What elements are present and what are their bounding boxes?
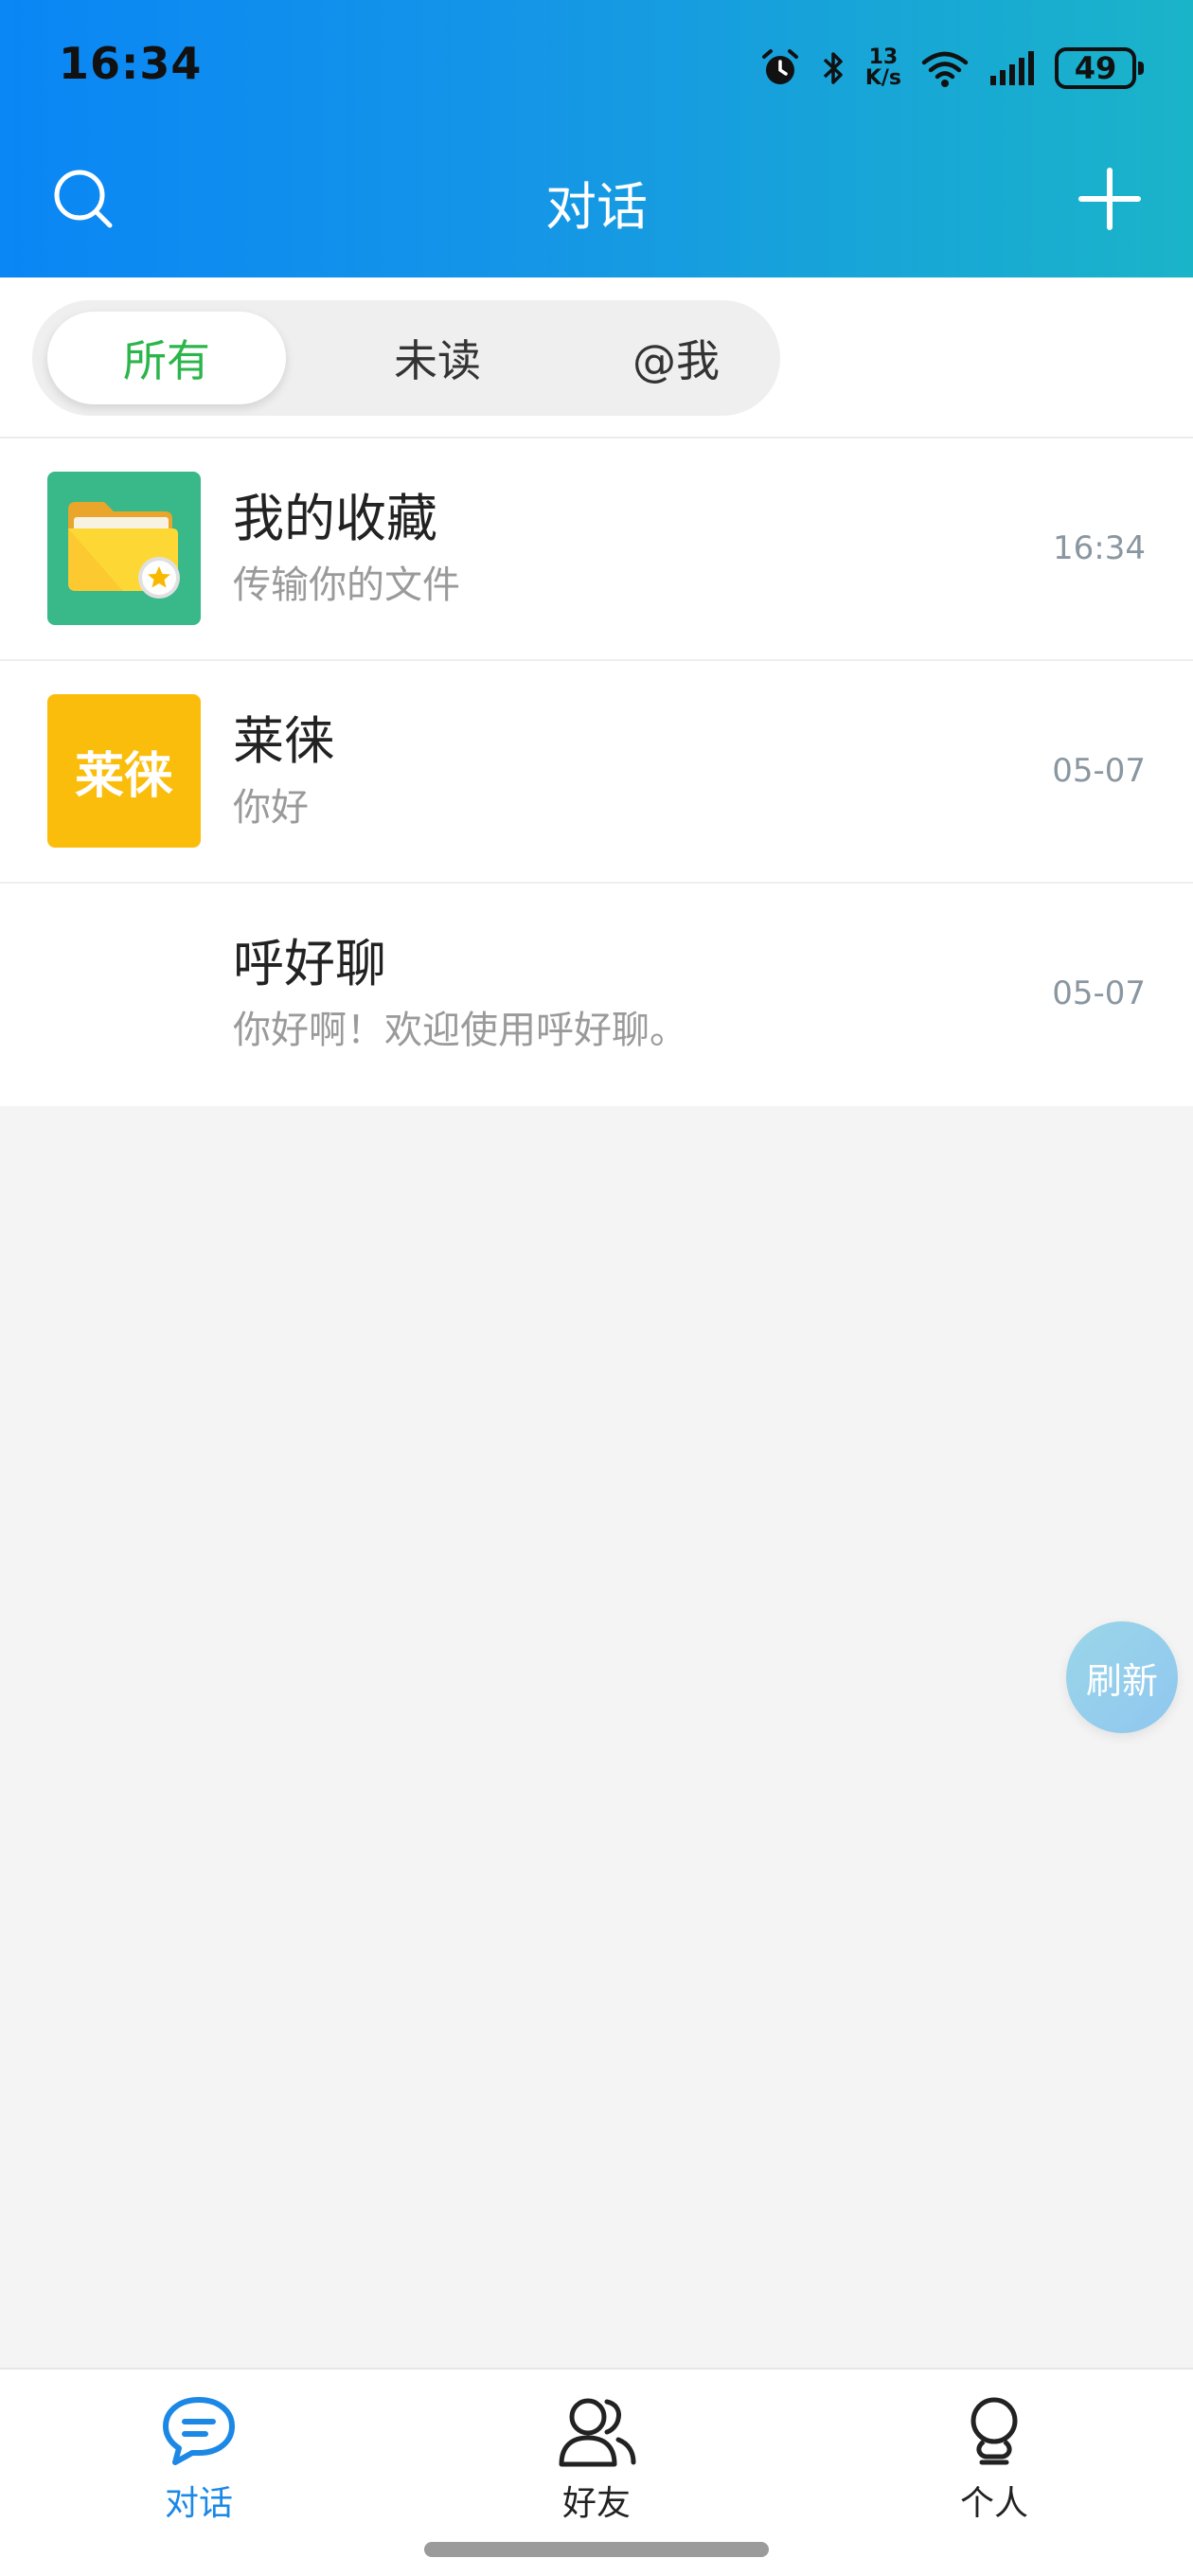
- alarm-icon: [761, 49, 798, 84]
- filter-tabs: 所有 未读 @我: [32, 300, 780, 416]
- plus-icon[interactable]: [1074, 163, 1146, 235]
- conversation-time: 05-07: [1052, 975, 1146, 1012]
- filter-area: 所有 未读 @我: [0, 277, 1193, 438]
- net-speed-unit: K/s: [864, 66, 901, 90]
- page-title: 对话: [545, 177, 648, 237]
- avatar: 莱徕: [47, 694, 201, 848]
- status-bar: 16:34 13 K/s 49: [0, 0, 1193, 133]
- conversation-name: 呼好聊: [233, 934, 386, 993]
- net-speed-value: 13: [868, 45, 899, 69]
- refresh-button[interactable]: 刷新: [1066, 1621, 1178, 1733]
- conversation-name: 我的收藏: [233, 489, 437, 548]
- conversation-item-huhaoliao[interactable]: 呼好聊 你好啊！欢迎使用呼好聊。 05-07: [0, 884, 1193, 1106]
- filter-tab-unread[interactable]: 未读: [318, 312, 557, 404]
- status-icons: 13 K/s 49: [759, 42, 1144, 95]
- home-indicator: [424, 2542, 769, 2557]
- tab-label: 个人: [959, 2484, 1028, 2523]
- conversation-preview: 传输你的文件: [233, 564, 460, 607]
- person-icon: [970, 2397, 1018, 2465]
- header: 16:34 13 K/s 49 对话: [0, 0, 1193, 277]
- conversation-time: 05-07: [1052, 752, 1146, 790]
- avatar: [47, 472, 201, 625]
- conversation-preview: 你好啊！欢迎使用呼好聊。: [233, 1009, 687, 1052]
- nav-bar: 对话: [0, 142, 1193, 256]
- conversation-preview: 你好: [233, 786, 309, 830]
- tab-label: 对话: [164, 2484, 233, 2523]
- status-time: 16:34: [59, 38, 203, 89]
- folder-star-icon: [68, 502, 180, 599]
- conversation-item-favorites[interactable]: 我的收藏 传输你的文件 16:34: [0, 438, 1193, 661]
- friends-icon: [559, 2398, 636, 2467]
- conversation-name: 莱徕: [233, 711, 335, 771]
- conversation-item-laila[interactable]: 莱徕 莱徕 你好 05-07: [0, 661, 1193, 884]
- app-screen: 16:34 13 K/s 49 对话 所有 未读 @我 我的收藏 传输你的文件 …: [0, 0, 1193, 2576]
- filter-tab-all[interactable]: 所有: [47, 312, 286, 404]
- tab-chats[interactable]: 对话: [104, 2388, 294, 2531]
- conversation-list: 我的收藏 传输你的文件 16:34 莱徕 莱徕 你好 05-07 呼好聊 你好啊…: [0, 438, 1193, 1106]
- tab-friends[interactable]: 好友: [502, 2388, 691, 2531]
- tab-profile[interactable]: 个人: [899, 2388, 1089, 2531]
- wifi-icon: [921, 51, 969, 87]
- battery-icon: 49: [1055, 47, 1144, 89]
- tab-label: 好友: [561, 2484, 631, 2523]
- filter-tab-mentions[interactable]: @我: [557, 312, 795, 404]
- chat-bubble-icon: [163, 2397, 235, 2465]
- signal-icon: [990, 51, 1034, 85]
- conversation-time: 16:34: [1053, 529, 1146, 567]
- bluetooth-icon: [823, 52, 843, 84]
- net-speed: 13 K/s: [865, 47, 901, 89]
